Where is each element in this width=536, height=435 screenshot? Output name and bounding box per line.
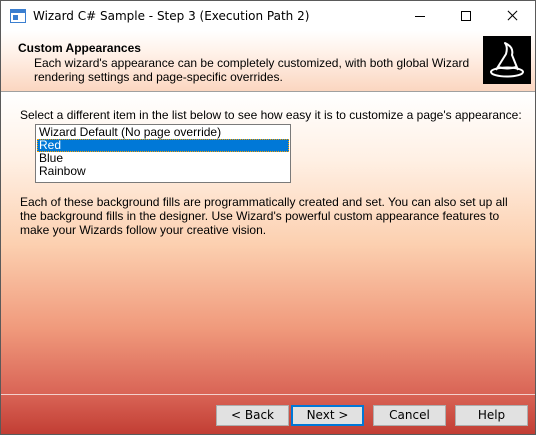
window-title: Wizard C# Sample - Step 3 (Execution Pat… <box>33 9 310 23</box>
list-item-rainbow[interactable]: Rainbow <box>37 165 289 178</box>
page-header: Custom Appearances Each wizard's appeara… <box>1 31 535 91</box>
app-window-icon[interactable] <box>10 9 26 23</box>
maximize-icon[interactable] <box>443 1 489 31</box>
footer-divider <box>1 394 535 395</box>
wizard-hat-icon <box>483 36 531 84</box>
cancel-button[interactable]: Cancel <box>373 405 446 426</box>
info-text: Each of these background fills are progr… <box>20 195 508 237</box>
back-button[interactable]: < Back <box>216 405 289 426</box>
button-bar: < Back Next > Cancel Help <box>1 394 535 434</box>
next-button[interactable]: Next > <box>291 405 364 426</box>
list-item-red[interactable]: Red <box>37 139 289 152</box>
page-description: Each wizard's appearance can be complete… <box>34 56 470 84</box>
page-title: Custom Appearances <box>18 41 141 55</box>
minimize-icon[interactable] <box>397 1 443 31</box>
title-bar[interactable]: Wizard C# Sample - Step 3 (Execution Pat… <box>1 1 535 31</box>
help-button[interactable]: Help <box>455 405 528 426</box>
appearance-listbox[interactable]: Wizard Default (No page override) Red Bl… <box>35 124 291 183</box>
list-prompt: Select a different item in the list belo… <box>20 108 522 122</box>
page-body: Select a different item in the list belo… <box>1 94 535 394</box>
wizard-window: Wizard C# Sample - Step 3 (Execution Pat… <box>0 0 536 435</box>
list-item-wizard-default[interactable]: Wizard Default (No page override) <box>37 126 289 139</box>
close-icon[interactable] <box>489 1 535 31</box>
